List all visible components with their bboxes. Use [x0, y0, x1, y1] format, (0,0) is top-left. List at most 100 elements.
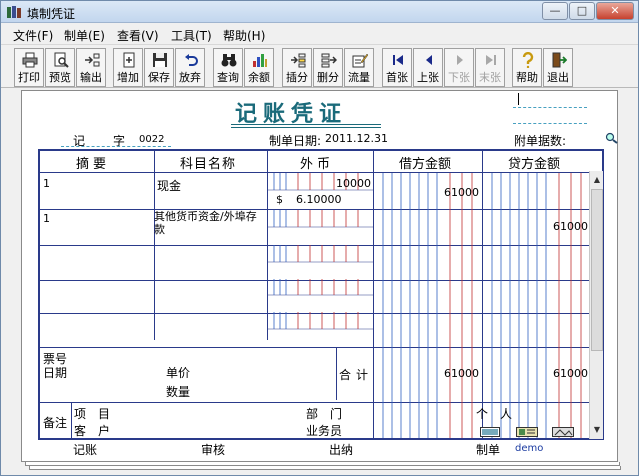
review-label: 审核: [201, 443, 226, 457]
department-label: 部门: [306, 407, 355, 421]
undo-arrow-icon: [185, 54, 198, 66]
total-divider: [336, 347, 337, 400]
column-header-account: 科目名称: [180, 157, 237, 172]
row1-currency: $: [276, 193, 283, 206]
title-bar[interactable]: 填制凭证 — □ ✕: [1, 1, 638, 23]
row2-credit[interactable]: 61000: [553, 220, 588, 233]
floppy-disk-icon: [153, 53, 167, 67]
row1-account[interactable]: 现金: [157, 177, 181, 194]
exit-button[interactable]: 退出: [543, 48, 573, 87]
delete-entry-button[interactable]: 删分: [313, 48, 343, 87]
last-page-icon: [486, 55, 496, 65]
column-header-debit: 借方金额: [399, 157, 452, 172]
previous-page-icon: [426, 55, 432, 65]
page-shadow: [25, 462, 620, 466]
minimize-button[interactable]: —: [542, 2, 568, 20]
bar-chart-icon: [253, 54, 267, 67]
add-button[interactable]: 增加: [113, 48, 143, 87]
attachment-lookup-icon[interactable]: [605, 132, 619, 144]
menu-view[interactable]: 查看(V): [117, 27, 159, 44]
project-label: 项目: [74, 407, 123, 421]
export-button[interactable]: 输出: [76, 48, 106, 87]
maker-name: demo: [515, 443, 544, 454]
image-card-icon[interactable]: [552, 427, 574, 437]
printer-icon: [22, 52, 38, 68]
menu-help[interactable]: 帮助(H): [223, 27, 265, 44]
help-question-icon: [522, 52, 534, 68]
voucher-date[interactable]: 2011.12.31: [325, 132, 388, 145]
first-voucher-button[interactable]: 首张: [382, 48, 412, 87]
column-header-foreign: 外币: [300, 157, 335, 172]
total-label: 合计: [339, 368, 374, 382]
window-title: 填制凭证: [27, 7, 76, 21]
previous-voucher-button[interactable]: 上张: [413, 48, 443, 87]
insert-entry-button[interactable]: 插分: [282, 48, 312, 87]
title-underline: [231, 124, 381, 125]
last-voucher-button[interactable]: 末张: [475, 48, 505, 87]
row1-foreign-amount[interactable]: 10000: [336, 177, 371, 190]
delete-line-icon: [321, 53, 337, 68]
total-credit: 61000: [553, 367, 588, 380]
save-button[interactable]: 保存: [144, 48, 174, 87]
toolbar: 打印 预览 输出 增加 保存 放弃 查询 余额 插分 删分 流量 首张 上张 下…: [1, 44, 638, 88]
query-button[interactable]: 查询: [213, 48, 243, 87]
binoculars-icon: [221, 54, 237, 67]
dotted-field-line: [61, 146, 171, 147]
add-document-icon: [123, 52, 135, 68]
first-page-icon: [393, 55, 403, 65]
cashflow-button[interactable]: 流量: [344, 48, 374, 87]
dotted-field-line[interactable]: [513, 107, 587, 108]
menu-voucher[interactable]: 制单(E): [64, 27, 105, 44]
voucher-number[interactable]: 0022: [139, 134, 164, 145]
cashier-label: 出纳: [329, 443, 354, 457]
person-label: 个人: [476, 407, 525, 421]
unit-price-label: 单价: [166, 366, 191, 380]
app-icon: [7, 6, 21, 18]
remarks-divider: [71, 402, 72, 438]
insert-line-icon: [291, 53, 306, 68]
entry-scrollbar[interactable]: ▲ ▼: [589, 171, 603, 439]
voucher-window: 填制凭证 — □ ✕ 文件(F) 制单(E) 查看(V) 工具(T) 帮助(H)…: [0, 0, 639, 476]
page-shadow: [29, 466, 621, 470]
quantity-label: 数量: [166, 385, 191, 399]
attachments-label: 附单据数:: [514, 134, 567, 148]
exit-door-icon: [552, 52, 567, 68]
print-button[interactable]: 打印: [14, 48, 44, 87]
row1-summary[interactable]: 1: [43, 177, 50, 190]
column-header-credit: 贷方金额: [508, 157, 561, 172]
date-field-label: 日期: [43, 366, 68, 380]
credit-amount-ruling: [491, 173, 582, 438]
row2-summary[interactable]: 1: [43, 212, 50, 225]
preview-icon: [54, 52, 69, 68]
note-card-icon[interactable]: [480, 427, 500, 437]
balance-button[interactable]: 余额: [244, 48, 274, 87]
next-page-icon: [457, 55, 463, 65]
dotted-field-line[interactable]: [513, 123, 587, 124]
total-debit: 61000: [444, 367, 479, 380]
row1-rate[interactable]: 6.10000: [296, 193, 342, 206]
export-icon: [85, 53, 100, 67]
salesman-label: 业务员: [306, 424, 343, 438]
column-header-summary: 摘要: [76, 157, 111, 172]
row1-debit[interactable]: 61000: [444, 186, 479, 199]
help-button[interactable]: 帮助: [512, 48, 542, 87]
scroll-thumb[interactable]: [591, 189, 603, 351]
date-label: 制单日期:: [269, 134, 322, 148]
close-button[interactable]: ✕: [596, 2, 634, 20]
customer-label: 客户: [74, 424, 123, 438]
menu-file[interactable]: 文件(F): [13, 27, 53, 44]
voucher-entry-table: 摘要 科目名称 外币 借方金额 贷方金额 1 现金 10000 $ 6.1000…: [38, 149, 604, 440]
next-voucher-button[interactable]: 下张: [444, 48, 474, 87]
scroll-up-icon[interactable]: ▲: [590, 173, 604, 187]
preview-button[interactable]: 预览: [45, 48, 75, 87]
discard-button[interactable]: 放弃: [175, 48, 205, 87]
pencil-note-icon: [352, 53, 368, 68]
bookkeeper-label: 记账: [73, 443, 98, 457]
document-card-icon[interactable]: [516, 427, 538, 437]
text-cursor: [518, 93, 519, 105]
maximize-button[interactable]: □: [569, 2, 595, 20]
title-underline: [231, 127, 381, 128]
scroll-down-icon[interactable]: ▼: [590, 423, 604, 437]
row2-account[interactable]: 其他货币资金/外埠存款: [154, 210, 266, 236]
menu-tools[interactable]: 工具(T): [171, 27, 212, 44]
